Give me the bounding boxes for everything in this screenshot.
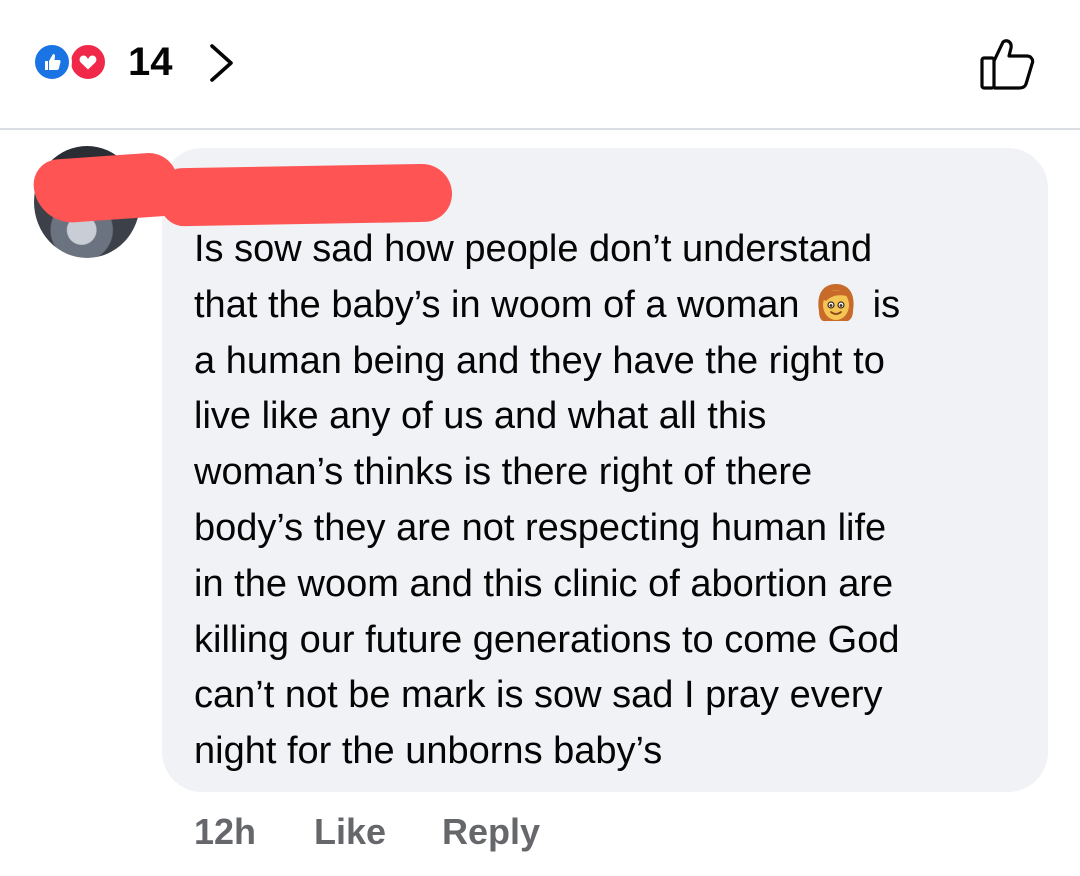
comment-line: that the baby’s in woom of a woman is (194, 278, 1034, 334)
comment-text: Is sow sad how people don’t understand t… (194, 222, 1034, 780)
comment-line: body’s they are not respecting human lif… (194, 506, 887, 549)
redaction-mark (31, 151, 181, 225)
reactions-bar: 14 (0, 0, 1080, 128)
divider (0, 128, 1080, 130)
comment-line: can’t not be mark is sow sad I pray ever… (194, 674, 883, 717)
woman-emoji-icon (818, 283, 854, 321)
comment-screen: 14 Is sow sad how people don’t understan… (0, 0, 1080, 876)
chevron-right-icon[interactable] (206, 42, 236, 89)
thumbs-up-icon (32, 42, 72, 82)
comment-line: woman’s thinks is there right of there (194, 451, 813, 494)
comment-line: night for the unborns baby’s (194, 730, 663, 773)
reaction-count[interactable]: 14 (128, 38, 173, 86)
comment-line: a human being and they have the right to (194, 339, 885, 382)
thumbs-up-outline-icon (980, 39, 1035, 90)
reaction-summary[interactable] (32, 42, 116, 82)
author-name-redacted (159, 163, 453, 227)
comment-line: Is sow sad how people don’t understand (194, 228, 873, 270)
reply-button[interactable]: Reply (442, 808, 540, 856)
heart-icon (68, 42, 108, 82)
like-post-button[interactable] (976, 34, 1038, 97)
comment-line: killing our future generations to come G… (194, 618, 900, 661)
like-comment-button[interactable]: Like (314, 808, 386, 856)
comment-timestamp[interactable]: 12h (194, 808, 256, 856)
comment-line: live like any of us and what all this (194, 395, 767, 438)
comment-line: in the woom and this clinic of abortion … (194, 562, 894, 605)
